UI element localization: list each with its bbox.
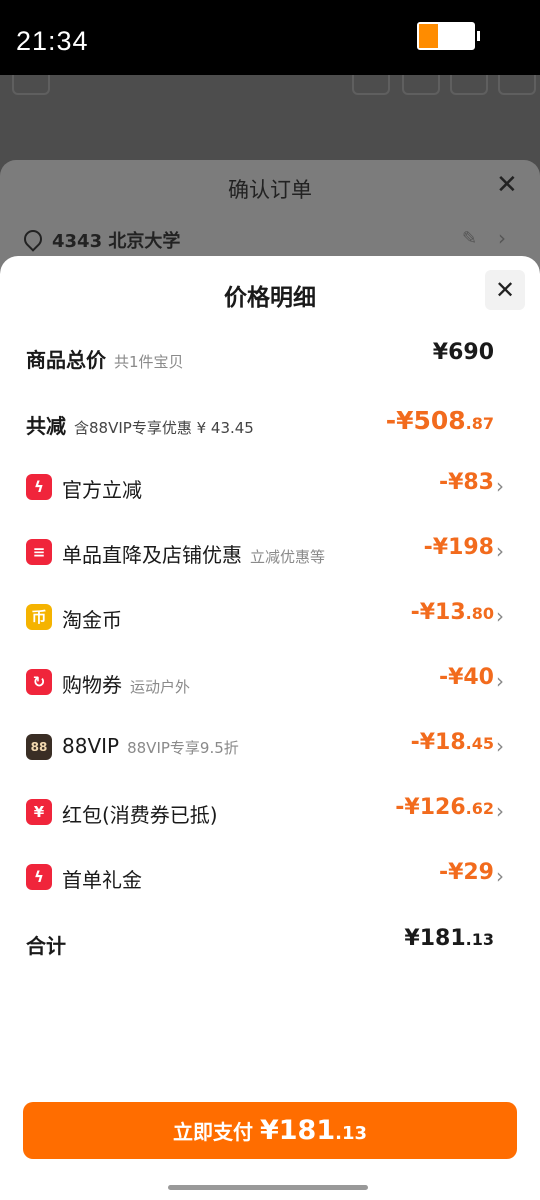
discount-amount: -¥29: [439, 860, 494, 885]
discount-amount-int: -¥18: [410, 730, 466, 755]
pay-button-amount-int: ¥181: [259, 1115, 336, 1146]
more-icon: [498, 75, 536, 95]
sum-amount-dec: .13: [465, 930, 494, 949]
chevron-right-icon: ›: [496, 669, 504, 693]
chevron-right-icon: ›: [496, 734, 504, 758]
reduction-label: 共减: [26, 414, 66, 438]
chevron-right-icon: ›: [496, 864, 504, 888]
shop-icon: ≡: [26, 539, 52, 565]
discount-label: 单品直降及店铺优惠: [62, 543, 242, 567]
discount-label: 红包(消费券已抵): [62, 803, 218, 827]
discount-row[interactable]: 币淘金币 -¥13.80 ›: [0, 598, 540, 638]
total-amount: ¥690: [432, 340, 494, 365]
order-title: 确认订单: [228, 178, 312, 202]
edit-icon[interactable]: ✎: [462, 228, 477, 249]
discount-amount-dec: .80: [465, 604, 494, 623]
red-packet-icon: ¥: [26, 799, 52, 825]
discount-label: 88VIP: [62, 734, 120, 758]
reduction-amount: -¥508.87: [386, 406, 494, 435]
discount-row[interactable]: 88 88VIP 88VIP专享9.5折 -¥18.45 ›: [0, 728, 540, 768]
chevron-right-icon: ›: [496, 799, 504, 823]
total-label: 商品总价: [26, 348, 106, 372]
chevron-right-icon[interactable]: ›: [498, 226, 506, 250]
discount-amount-int: -¥13: [410, 600, 466, 625]
battery-level: [419, 24, 438, 48]
sum-row: 合计 ¥181.13: [0, 924, 540, 964]
discount-amount: -¥83: [439, 470, 494, 495]
discount-label: 官方立减: [62, 478, 142, 502]
coupon-icon: ↻: [26, 669, 52, 695]
battery-icon: [417, 22, 475, 50]
lightning-icon: ϟ: [26, 474, 52, 500]
address-text: 4343 北京大学: [52, 231, 181, 252]
discount-amount: -¥13.80: [411, 600, 494, 625]
close-icon: ✕: [494, 276, 516, 304]
discount-row[interactable]: ϟ 首单礼金 -¥29 ›: [0, 858, 540, 898]
discount-row[interactable]: ≡ 单品直降及店铺优惠 立减优惠等 -¥198 ›: [0, 533, 540, 573]
reduction-amount-dec: .87: [465, 414, 494, 433]
pay-now-button[interactable]: 立即支付 ¥181.13: [23, 1102, 517, 1159]
chevron-right-icon: ›: [496, 474, 504, 498]
discount-sub: 88VIP专享9.5折: [127, 739, 239, 757]
order-close-icon[interactable]: ✕: [496, 170, 518, 200]
coin-icon: 币: [26, 604, 52, 630]
pay-button-label: 立即支付: [172, 1120, 253, 1144]
reduction-amount-int: -¥508: [385, 406, 466, 435]
discount-amount-int: -¥29: [438, 860, 494, 885]
total-price-row: 商品总价 共1件宝贝 ¥690: [0, 338, 540, 378]
sheet-title: 价格明细: [224, 285, 316, 311]
discount-amount: -¥126.62: [395, 795, 494, 820]
discount-amount: -¥198: [424, 535, 494, 560]
discount-amount: -¥18.45: [411, 730, 494, 755]
battery-tip: [477, 31, 480, 41]
star-icon: [450, 75, 488, 95]
sum-label: 合计: [26, 934, 66, 958]
discount-amount-int: -¥83: [438, 470, 494, 495]
sum-amount: ¥181.13: [404, 926, 494, 951]
close-button[interactable]: ✕: [485, 270, 525, 310]
discount-row[interactable]: ¥ 红包(消费券已抵) -¥126.62 ›: [0, 793, 540, 833]
total-sub: 共1件宝贝: [114, 353, 184, 371]
sum-amount-int: ¥181: [404, 926, 466, 951]
discount-amount-int: -¥40: [438, 665, 494, 690]
discount-sub: 立减优惠等: [250, 548, 326, 566]
status-bar: 21:34: [0, 0, 540, 75]
status-time: 21:34: [16, 26, 89, 56]
discount-label: 淘金币: [62, 608, 122, 632]
cart-icon: [402, 75, 440, 95]
discount-amount-dec: .45: [465, 734, 494, 753]
home-indicator[interactable]: [168, 1185, 368, 1190]
discount-row[interactable]: ϟ 官方立减 -¥83 ›: [0, 468, 540, 508]
vip-icon: 88: [26, 734, 52, 760]
share-icon: [352, 75, 390, 95]
chevron-right-icon: ›: [496, 604, 504, 628]
price-detail-sheet: 价格明细 ✕ 商品总价 共1件宝贝 ¥690 共减 含88VIP专享优惠 ¥ 43.…: [0, 256, 540, 1200]
discount-label: 购物券: [62, 673, 122, 697]
pay-button-amount-dec: .13: [335, 1123, 367, 1144]
discount-amount-int: -¥198: [423, 535, 494, 560]
discount-amount: -¥40: [439, 665, 494, 690]
reduction-row: 共减 含88VIP专享优惠 ¥ 43.45 -¥508.87: [0, 404, 540, 444]
discount-amount-dec: .62: [465, 799, 494, 818]
back-icon: [12, 75, 50, 95]
chevron-right-icon: ›: [496, 539, 504, 563]
reduction-sub: 含88VIP专享优惠 ¥ 43.45: [74, 419, 254, 437]
discount-row[interactable]: ↻ 购物券 运动户外 -¥40 ›: [0, 663, 540, 703]
discount-label: 首单礼金: [62, 868, 142, 892]
discount-amount-int: -¥126: [395, 795, 466, 820]
discount-sub: 运动户外: [130, 678, 191, 696]
gift-icon: ϟ: [26, 864, 52, 890]
